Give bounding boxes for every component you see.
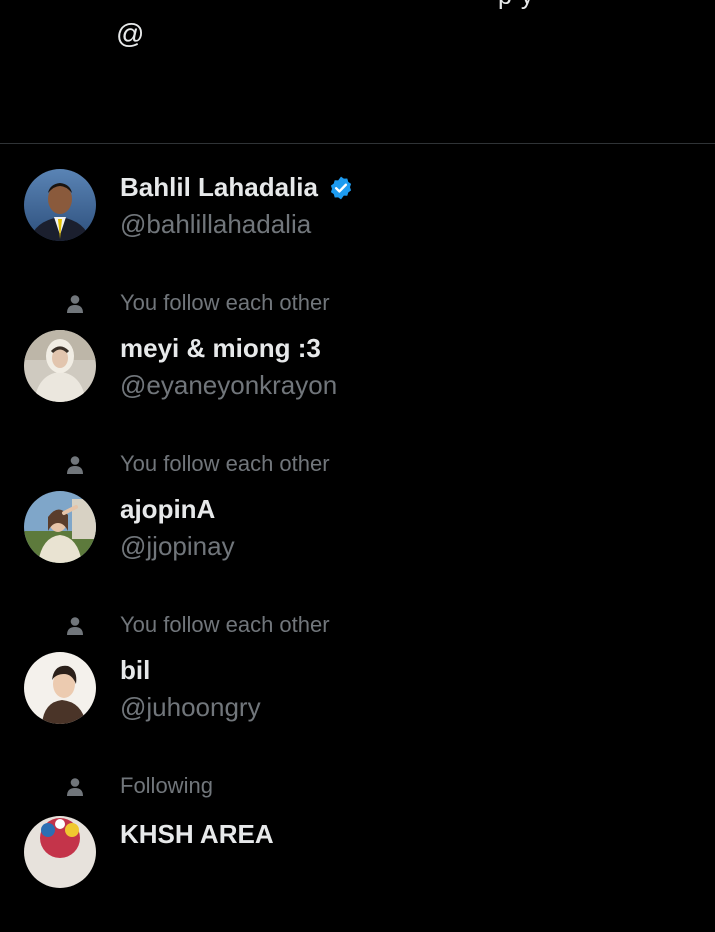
- previous-cell-fragment: p y @: [0, 0, 715, 143]
- display-name-text: meyi & miong :3: [120, 333, 321, 363]
- social-context-text: You follow each other: [120, 451, 330, 476]
- social-context: You follow each other: [0, 449, 715, 479]
- avatar-man-suit-icon: [24, 169, 96, 241]
- verified-badge-icon: [328, 175, 354, 201]
- user-cell[interactable]: You follow each other ajopinA @jjopinay: [0, 449, 715, 610]
- user-cell[interactable]: You follow each other bil @juhoongry: [0, 610, 715, 771]
- display-name-text: ajopinA: [120, 494, 216, 524]
- avatar[interactable]: [24, 652, 96, 724]
- avatar[interactable]: [24, 816, 96, 888]
- user-display-name[interactable]: ajopinA: [120, 494, 215, 525]
- avatar-person-portrait-icon: [24, 652, 96, 724]
- avatar-person-white-hoodie-icon: [24, 330, 96, 402]
- social-context: You follow each other: [0, 610, 715, 640]
- user-handle: @eyaneyonkrayon: [120, 370, 338, 400]
- avatar[interactable]: [24, 491, 96, 563]
- user-display-name[interactable]: Bahlil Lahadalia: [120, 172, 354, 203]
- person-icon: [64, 776, 86, 798]
- person-icon: [64, 454, 86, 476]
- user-cell[interactable]: Bahlil Lahadalia @bahlillahadalia: [0, 144, 715, 305]
- user-display-name[interactable]: bil: [120, 655, 150, 686]
- avatar[interactable]: [24, 330, 96, 402]
- user-handle: @juhoongry: [120, 692, 261, 722]
- social-context-text: You follow each other: [120, 290, 330, 315]
- display-name-text: bil: [120, 655, 151, 685]
- person-icon: [64, 615, 86, 637]
- clipped-bio-text: p y: [498, 0, 534, 11]
- social-context: Following: [0, 771, 715, 801]
- avatar[interactable]: [24, 169, 96, 241]
- display-name-text: Bahlil Lahadalia: [120, 172, 318, 202]
- social-context: You follow each other: [0, 288, 715, 318]
- user-display-name[interactable]: KHSH AREA: [120, 819, 274, 850]
- person-icon: [64, 293, 86, 315]
- user-display-name[interactable]: meyi & miong :3: [120, 333, 321, 364]
- user-cell[interactable]: Following KHSH AREA: [0, 771, 715, 932]
- clipped-bio-mention: @: [116, 18, 145, 49]
- user-handle: @jjopinay: [120, 531, 235, 561]
- avatar-colorful-icon: [24, 816, 96, 888]
- avatar-person-outdoor-icon: [24, 491, 96, 563]
- social-context-text: You follow each other: [120, 612, 330, 637]
- display-name-text: KHSH AREA: [120, 819, 274, 849]
- user-handle: @bahlillahadalia: [120, 209, 312, 239]
- social-context-text: Following: [120, 773, 213, 798]
- user-cell[interactable]: You follow each other meyi & miong :3 @e…: [0, 288, 715, 449]
